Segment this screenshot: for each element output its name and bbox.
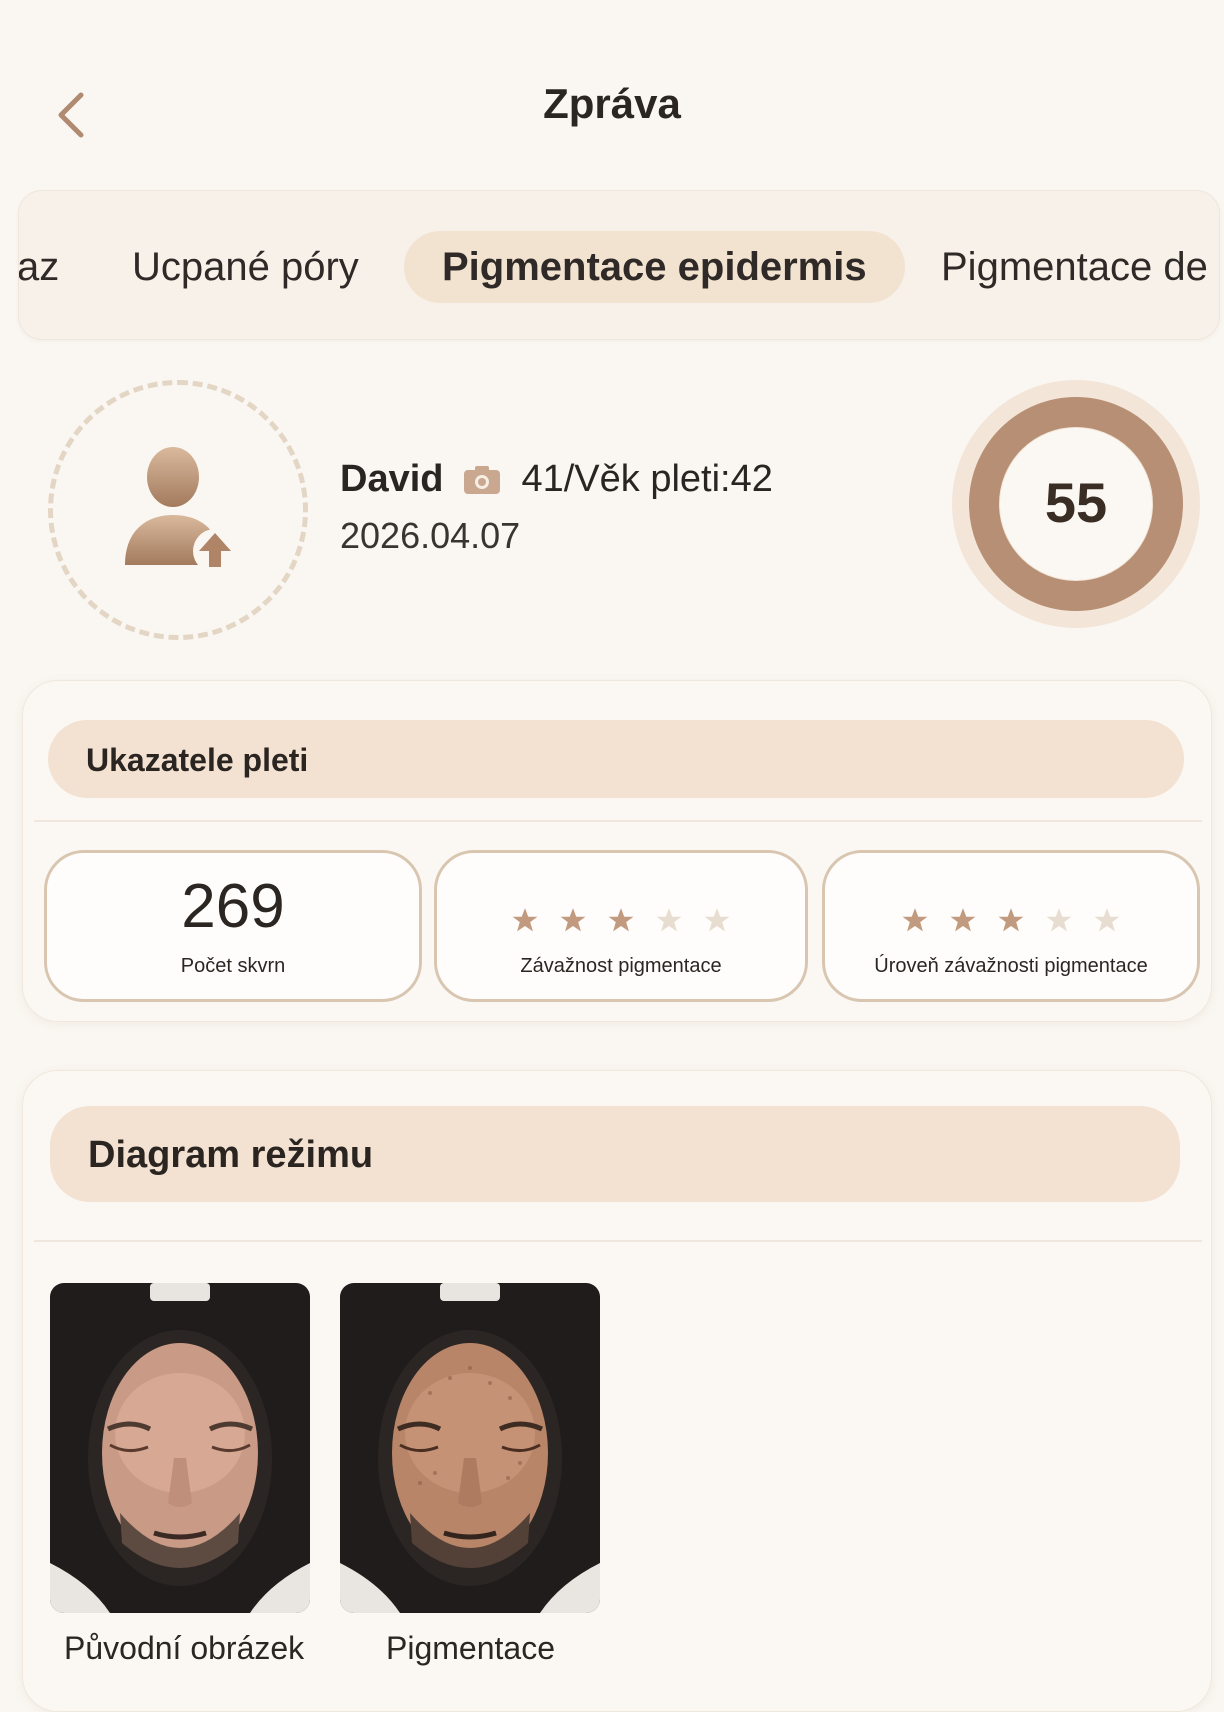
star-filled-icon — [902, 908, 928, 932]
metric-spot-count[interactable]: 269 Počet skvrn — [44, 850, 422, 1002]
tab-clogged-pores[interactable]: Ucpané póry — [132, 231, 359, 303]
indicators-title: Ukazatele pleti — [86, 742, 309, 778]
star-rating — [825, 907, 1197, 933]
metric-label: Počet skvrn — [180, 955, 286, 977]
star-empty-icon — [1094, 908, 1120, 932]
star-empty-icon — [704, 908, 730, 932]
metric-value: 269 — [181, 872, 285, 941]
metric-pigmentation-severity[interactable]: Závažnost pigmentace — [434, 850, 808, 1002]
divider — [34, 820, 1202, 822]
original-image[interactable] — [50, 1283, 310, 1613]
metric-pigmentation-severity-level[interactable]: Úroveň závažnosti pigmentace — [822, 850, 1200, 1002]
report-date: 2026.04.07 — [340, 515, 521, 556]
skin-score: 55 — [1044, 471, 1108, 534]
tab-dermal-pigmentation[interactable]: Pigmentace de — [941, 231, 1208, 303]
star-filled-icon — [560, 908, 586, 932]
star-rating — [437, 907, 805, 933]
star-filled-icon — [998, 908, 1024, 932]
tab-epidermal-pigmentation[interactable]: Pigmentace epidermis — [404, 231, 905, 303]
user-upload-icon — [125, 447, 237, 573]
tab-partial-left[interactable]: az — [19, 231, 59, 303]
star-empty-icon — [1046, 908, 1072, 932]
star-filled-icon — [608, 908, 634, 932]
category-tabs: az Ucpané póry Pigmentace epidermis Pigm… — [18, 190, 1220, 340]
diagram-title: Diagram režimu — [88, 1134, 374, 1176]
star-filled-icon — [512, 908, 538, 932]
page-title: Zpráva — [543, 80, 681, 127]
pigmentation-image[interactable] — [340, 1283, 600, 1613]
image-caption: Původní obrázek — [64, 1630, 305, 1666]
metric-label: Závažnost pigmentace — [520, 955, 722, 977]
user-name: David — [340, 458, 444, 500]
profile-name-row: David 41/Věk pleti:42 — [340, 458, 773, 501]
divider — [34, 1240, 1202, 1242]
avatar-upload[interactable] — [48, 380, 308, 640]
metric-label: Úroveň závažnosti pigmentace — [874, 955, 1148, 977]
star-empty-icon — [656, 908, 682, 932]
age-text: 41/Věk pleti:42 — [521, 458, 773, 500]
camera-icon[interactable] — [463, 465, 501, 495]
image-caption: Pigmentace — [386, 1630, 555, 1666]
star-filled-icon — [950, 908, 976, 932]
